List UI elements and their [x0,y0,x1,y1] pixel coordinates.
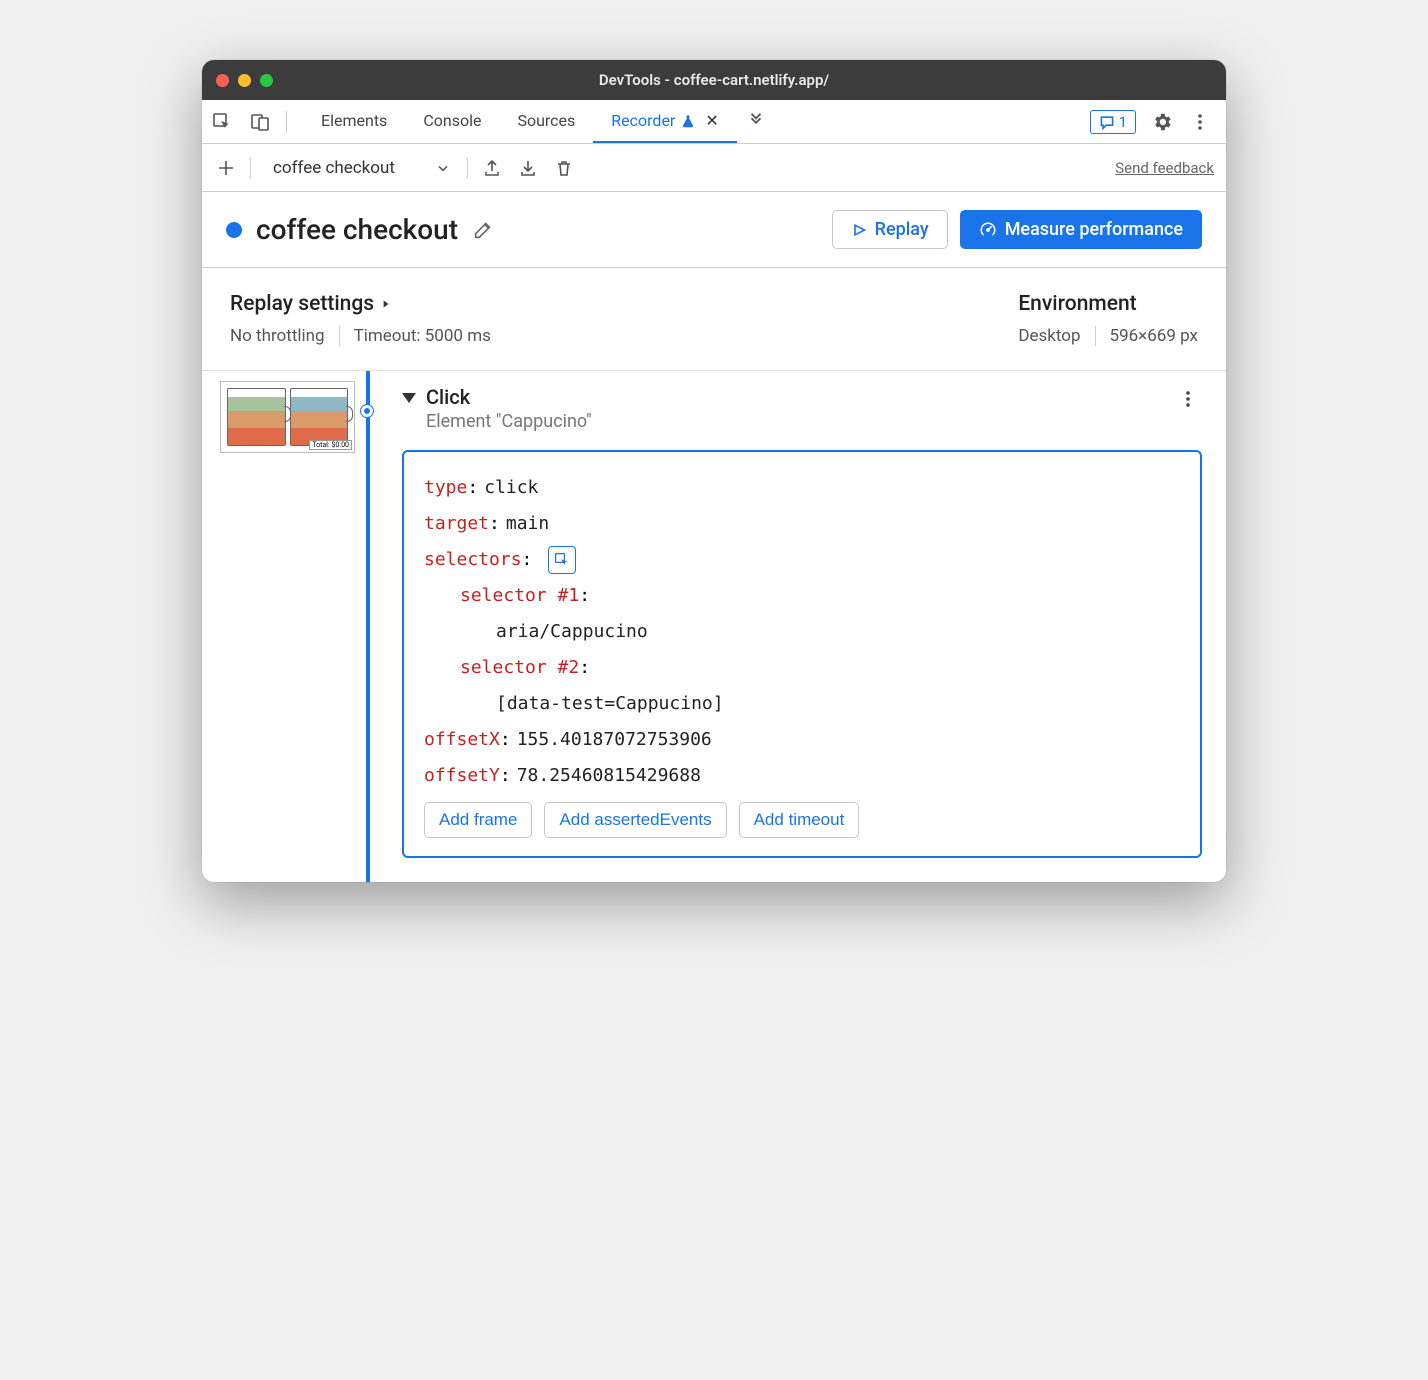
play-icon [851,222,867,238]
thumb-cup [227,388,286,446]
replay-button[interactable]: Replay [832,210,948,249]
maximize-window-button[interactable] [260,74,273,87]
thumb-price: Total: $0.00 [309,440,352,450]
detail-key-type: type [424,470,467,506]
detail-key-selectors: selectors [424,542,522,578]
divider [467,157,468,179]
delete-icon[interactable] [552,156,576,180]
step-details-box: type: click target: main selectors: sele… [402,450,1202,858]
replay-settings-label: Replay settings [230,292,374,316]
new-recording-button[interactable] [214,156,238,180]
step-subtitle: Element "Cappucino" [426,411,592,432]
devtools-tabbar: Elements Console Sources Recorder ✕ 1 [202,100,1226,144]
recording-name: coffee checkout [273,158,395,178]
add-frame-button[interactable]: Add frame [424,802,532,838]
recording-header: coffee checkout Replay Measure performan… [202,192,1226,268]
detail-val-target[interactable]: main [506,506,549,542]
steps-timeline: Total: $0.00 Click Element "Cappucino" t… [202,371,1226,882]
add-asserted-events-button[interactable]: Add assertedEvents [544,802,726,838]
tab-recorder[interactable]: Recorder ✕ [593,100,736,143]
thumbnail-column: Total: $0.00 [202,371,362,882]
more-tabs-button[interactable] [737,100,775,143]
flask-icon [681,114,695,128]
throttling-value: No throttling [230,326,325,346]
divider [339,326,340,346]
detail-key-sel2: selector #2 [460,650,579,686]
window-title: DevTools - coffee-cart.netlify.app/ [202,71,1226,89]
settings-gear-icon[interactable] [1150,110,1174,134]
replay-label: Replay [875,219,929,240]
recording-indicator [226,222,242,238]
measure-label: Measure performance [1005,219,1183,240]
recorder-toolbar: coffee checkout Send feedback [202,144,1226,192]
import-icon[interactable] [516,156,540,180]
send-feedback-link[interactable]: Send feedback [1115,159,1214,177]
window-titlebar: DevTools - coffee-cart.netlify.app/ [202,60,1226,100]
tab-label: Elements [321,111,387,130]
divider [1095,326,1096,346]
caret-down-icon [402,393,416,403]
detail-key-target: target [424,506,489,542]
step-thumbnail[interactable]: Total: $0.00 [220,381,355,453]
detail-val-offsety[interactable]: 78.25460815429688 [517,758,701,794]
tab-sources[interactable]: Sources [499,100,593,143]
tab-label: Sources [517,111,575,130]
timeline-rail [366,371,396,882]
step-header[interactable]: Click Element "Cappucino" [402,385,1202,432]
gauge-icon [979,221,997,239]
issue-icon [1099,114,1115,130]
inspect-icon[interactable] [210,110,234,134]
detail-val-type[interactable]: click [484,470,538,506]
device-toggle-icon[interactable] [248,110,272,134]
step-title: Click [426,385,592,409]
close-window-button[interactable] [216,74,229,87]
thumb-cup [290,388,349,446]
recording-select[interactable]: coffee checkout [263,154,455,182]
badge-count: 1 [1119,113,1127,131]
devtools-window: DevTools - coffee-cart.netlify.app/ Elem… [202,60,1226,882]
detail-key-offsety: offsetY [424,758,500,794]
environment-label: Environment [1018,292,1136,316]
export-icon[interactable] [480,156,504,180]
issues-badge[interactable]: 1 [1090,110,1136,134]
element-picker-icon[interactable] [548,546,576,574]
detail-key-offsetx: offsetX [424,722,500,758]
measure-performance-button[interactable]: Measure performance [960,210,1202,249]
settings-section: Replay settings No throttling Timeout: 5… [202,268,1226,371]
tab-label: Recorder [611,111,675,130]
detail-val-sel2[interactable]: [data-test=Cappucino] [496,686,724,722]
tab-elements[interactable]: Elements [303,100,405,143]
traffic-lights [216,74,273,87]
timeline-step-dot [361,405,373,417]
recording-title: coffee checkout [256,213,458,246]
divider [286,111,287,133]
tab-console[interactable]: Console [405,100,499,143]
device-value: Desktop [1018,326,1080,346]
detail-val-offsetx[interactable]: 155.40187072753906 [517,722,712,758]
minimize-window-button[interactable] [238,74,251,87]
edit-title-icon[interactable] [472,219,494,241]
detail-key-sel1: selector #1 [460,578,579,614]
divider [250,157,251,179]
detail-val-sel1[interactable]: aria/Cappucino [496,614,648,650]
close-tab-icon[interactable]: ✕ [705,111,718,130]
environment-header: Environment [1018,292,1198,316]
chevron-down-icon [435,160,451,176]
replay-settings-header[interactable]: Replay settings [230,292,491,316]
step-more-menu[interactable] [1174,385,1202,413]
panel-tabs: Elements Console Sources Recorder ✕ [303,100,775,143]
timeout-value: Timeout: 5000 ms [354,326,491,346]
viewport-value: 596×669 px [1110,326,1198,346]
add-timeout-button[interactable]: Add timeout [739,802,860,838]
step-panel: Click Element "Cappucino" type: click ta… [396,371,1226,882]
more-menu-icon[interactable] [1188,110,1212,134]
tab-label: Console [423,111,481,130]
caret-right-icon [380,298,392,310]
